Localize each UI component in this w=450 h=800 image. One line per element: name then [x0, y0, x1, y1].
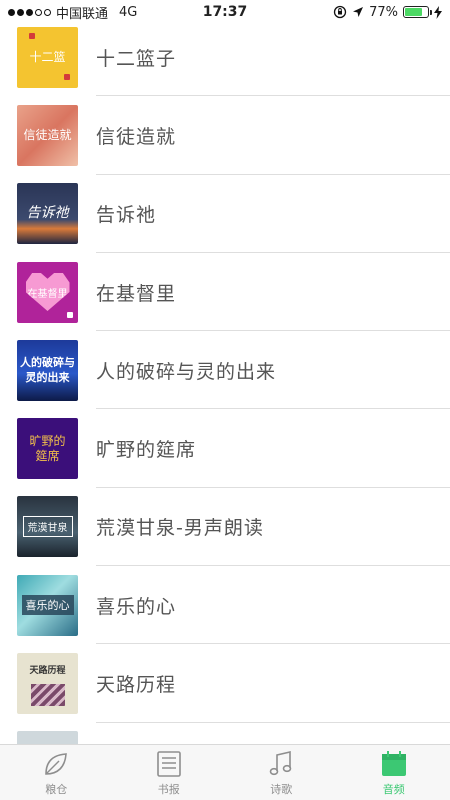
tab-label: 粮仓: [45, 782, 68, 796]
list-item[interactable]: 天路历程 天路历程: [0, 644, 450, 723]
stripes-graphic: [30, 683, 65, 706]
cover-image: [17, 731, 78, 744]
location-arrow-icon: [353, 7, 364, 17]
tab-bar: 粮仓 书报 诗歌 音频: [0, 744, 450, 800]
list-item-title: 人的破碎与灵的出来: [96, 360, 277, 383]
list-item[interactable]: 在基督里 在基督里: [0, 253, 450, 332]
cover-image: 在基督里: [17, 261, 78, 323]
network-type: 4G: [119, 4, 138, 20]
list-item[interactable]: 荒漠甘泉 荒漠甘泉-男声朗读: [0, 488, 450, 567]
cover-image: 人的破碎与灵的出来: [17, 339, 78, 401]
tab-label: 音频: [382, 782, 405, 796]
battery-icon: [403, 6, 432, 18]
leaf-icon: [41, 749, 71, 779]
cover-image: 十二篮: [17, 26, 78, 88]
list-item[interactable]: 十二篮 十二篮子: [0, 24, 450, 97]
cover-image: 荒漠甘泉: [17, 496, 78, 558]
signal-strength-icon: [8, 8, 51, 16]
list-item[interactable]: 喜乐的心 喜乐的心: [0, 566, 450, 645]
tab-newspaper[interactable]: 书报: [113, 745, 226, 800]
calendar-icon: [379, 749, 409, 779]
heart-graphic: 在基督里: [25, 273, 70, 312]
music-note-icon: [266, 749, 296, 779]
list-item-title: 旷野的筵席: [96, 439, 197, 462]
list-item[interactable]: 旷野的筵席 旷野的筵席: [0, 409, 450, 489]
battery-percent: 77%: [369, 4, 398, 20]
cover-image: 天路历程: [17, 653, 78, 715]
cover-image: 旷野的筵席: [17, 418, 78, 480]
status-bar: 中国联通 4G 17:37 77%: [0, 0, 450, 24]
list-item-title: 天路历程: [96, 674, 177, 697]
list-item-title: 告诉祂: [96, 204, 157, 227]
cover-image: 喜乐的心: [17, 574, 78, 636]
list-item-title: 在基督里: [96, 282, 177, 305]
list-item-title: 信徒造就: [96, 125, 177, 148]
tab-audio[interactable]: 音频: [338, 745, 450, 800]
cover-image: 告诉祂: [17, 183, 78, 245]
tab-hymns[interactable]: 诗歌: [225, 745, 338, 800]
audio-list[interactable]: 十二篮 十二篮子 信徒造就 信徒造就 告诉祂 告诉祂 在基督里 在基督里 人的破…: [0, 24, 450, 744]
list-item[interactable]: 信徒造就 信徒造就: [0, 96, 450, 175]
list-item-title: 喜乐的心: [96, 595, 177, 618]
cover-image: 信徒造就: [17, 104, 78, 166]
tab-label: 诗歌: [270, 782, 293, 796]
list-item-title: 荒漠甘泉-男声朗读: [96, 517, 264, 540]
newspaper-icon: [154, 749, 184, 779]
carrier-name: 中国联通: [56, 6, 109, 22]
charging-bolt-icon: [434, 5, 442, 19]
list-item[interactable]: 告诉祂 告诉祂: [0, 175, 450, 254]
tab-granary[interactable]: 粮仓: [0, 745, 113, 800]
orientation-lock-icon: [333, 5, 347, 19]
list-item-title: 十二篮子: [96, 47, 177, 70]
list-item[interactable]: [0, 723, 450, 744]
list-item[interactable]: 人的破碎与灵的出来 人的破碎与灵的出来: [0, 331, 450, 410]
tab-label: 书报: [157, 782, 180, 796]
